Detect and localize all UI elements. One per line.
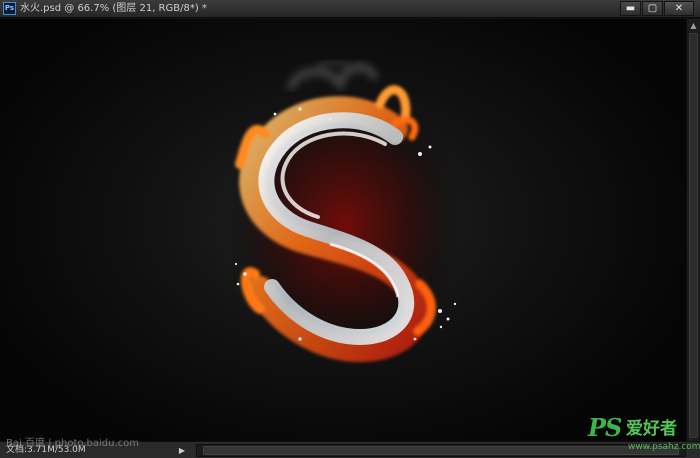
vertical-scrollbar[interactable]: ▲ [686,19,700,441]
scroll-up-icon[interactable]: ▲ [687,19,700,32]
minimize-button[interactable]: ▬ [620,1,641,16]
photoshop-document-window: Ps 水火.psd @ 66.7% (图层 21, RGB/8*) * ▬ ▢ … [0,0,700,458]
status-menu-arrow-icon[interactable]: ▶ [176,444,188,457]
vertical-scroll-thumb[interactable] [689,33,698,438]
document-title: 水火.psd @ 66.7% (图层 21, RGB/8*) * [20,3,207,14]
photoshop-app-icon: Ps [3,2,16,15]
baidu-watermark: Bai 百度 | photo.baidu.com [6,438,139,449]
document-canvas[interactable] [0,19,686,441]
close-button[interactable]: ✕ [664,1,694,16]
title-bar[interactable]: Ps 水火.psd @ 66.7% (图层 21, RGB/8*) * ▬ ▢ … [0,0,700,18]
site-watermark: PS 爱好者 www.psahz.com [588,413,700,454]
watermark-title: 爱好者 [626,419,677,439]
watermark-url: www.psahz.com [628,442,700,452]
maximize-button[interactable]: ▢ [642,1,663,16]
water-fire-letter-artwork [225,60,465,364]
watermark-logo: PS [588,413,622,442]
